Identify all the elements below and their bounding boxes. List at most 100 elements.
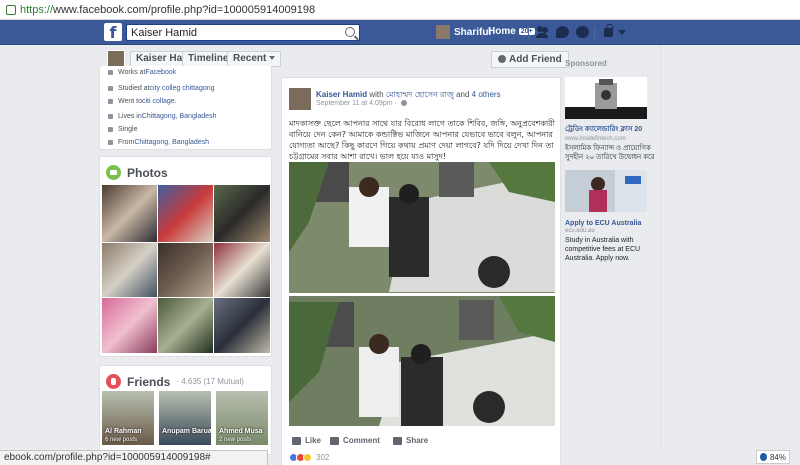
search-input[interactable]: Kaiser Hamid: [126, 24, 360, 41]
friend-name[interactable]: Al Rahman: [105, 428, 142, 435]
ad2-image[interactable]: [565, 170, 647, 212]
friend-name[interactable]: Anupam Barua: [162, 428, 211, 435]
relationship-text: Single: [118, 126, 138, 133]
from-link[interactable]: Chittagong, Bangladesh: [134, 139, 209, 146]
like-label: Like: [305, 436, 322, 445]
intro-label: Lives in: [118, 113, 142, 120]
photo-tile[interactable]: [102, 243, 157, 297]
photos-icon: [106, 165, 121, 180]
timeline-label: Timeline: [188, 53, 229, 64]
intro-card: Works at Facebook Studied at city colleg…: [99, 66, 272, 150]
intro-lives: Lives in Chittagong, Bangladesh: [108, 113, 216, 120]
school-icon: [108, 99, 113, 104]
photo-tile[interactable]: [158, 298, 213, 353]
zoom-level: 84%: [769, 452, 786, 462]
facebook-top-bar: f Kaiser Hamid Shariful Home 20+: [0, 20, 800, 45]
post-time-text: September 11 at 4:09pm ·: [316, 100, 399, 107]
add-friend-button[interactable]: Add Friend: [491, 51, 569, 68]
ad2-title-link[interactable]: Apply to ECU Australia: [565, 219, 655, 228]
user-name: Shariful: [454, 26, 492, 38]
intro-relationship: Single: [108, 126, 137, 133]
sponsored-heading: Sponsored: [565, 59, 607, 68]
friends-icon: [106, 374, 121, 389]
photo-tile[interactable]: [214, 243, 270, 297]
intro-label: Works at: [118, 69, 146, 76]
post-text: মাদকাসক্ত ছেলে আপনার সাথে যার বিরোধ লাগে…: [289, 119, 555, 161]
friends-card: Friends · 4,635 (17 Mutual) Al Rahman 6 n…: [99, 365, 272, 455]
post-author-link[interactable]: Kaiser Hamid: [316, 90, 367, 99]
messages-icon[interactable]: [556, 26, 569, 38]
post-author-avatar[interactable]: [289, 88, 311, 110]
comment-button[interactable]: Comment: [330, 436, 380, 445]
friend-name[interactable]: Ahmed Musa: [219, 428, 263, 435]
ad1-title-link[interactable]: ট্রেডিং ক্যালেন্ডারিং ক্লাস 20: [565, 125, 655, 134]
post-timestamp[interactable]: September 11 at 4:09pm ·: [316, 100, 407, 107]
intro-studied: Studied at city colleg chittagong: [108, 85, 215, 92]
home-label: Home: [488, 26, 516, 37]
column-divider: [660, 45, 661, 450]
avatar: [436, 25, 450, 39]
ad1-site: www.insidefintech.com: [565, 136, 626, 142]
intro-works: Works at Facebook: [108, 69, 176, 76]
search-icon[interactable]: [345, 27, 355, 37]
post-card: Kaiser Hamid with মোহাম্মদ হোসেন রাজু an…: [281, 77, 561, 465]
browser-status-bar: ebook.com/profile.php?id=100005914009198…: [0, 450, 268, 465]
post-photo-image: [289, 162, 555, 426]
reaction-count: 302: [316, 453, 330, 462]
photos-card: Photos: [99, 156, 272, 357]
recent-button[interactable]: Recent: [227, 51, 282, 67]
like-button[interactable]: Like: [292, 436, 321, 445]
home-count-badge: 20+: [518, 28, 535, 35]
photo-tile[interactable]: [102, 298, 157, 353]
home-icon: [108, 114, 113, 119]
photo-tile[interactable]: [214, 185, 270, 242]
reaction-summary[interactable]: 302: [289, 453, 329, 462]
photo-tile[interactable]: [158, 243, 213, 297]
ad2-site: ecu.edu.au: [565, 228, 595, 234]
share-button[interactable]: Share: [393, 436, 428, 445]
search-value: Kaiser Hamid: [131, 27, 198, 39]
account-menu-caret-icon[interactable]: [618, 30, 626, 35]
comment-icon: [330, 436, 339, 445]
lives-link[interactable]: Chittagong, Bangladesh: [142, 113, 217, 120]
zoom-indicator[interactable]: 84%: [756, 450, 790, 464]
share-label: Share: [406, 436, 429, 445]
intro-went: Went to citi collage.: [108, 98, 177, 105]
location-pin-icon: [108, 140, 113, 145]
intro-label: Went to: [118, 98, 142, 105]
intro-label: Studied at: [118, 85, 150, 92]
url-protocol: https://: [20, 3, 54, 16]
divider: [528, 27, 529, 39]
ad1-image[interactable]: [565, 77, 647, 119]
post-photo[interactable]: [289, 162, 555, 426]
notifications-globe-icon[interactable]: [576, 26, 589, 38]
ad1-description: ইসলামিক ফিন্যান্স ও প্রায়োগিক সুদহীন ২০…: [565, 145, 655, 161]
globe-icon: [400, 100, 407, 106]
photo-tile[interactable]: [158, 185, 213, 242]
photos-header[interactable]: Photos: [106, 165, 168, 180]
others-link[interactable]: 4 others: [472, 90, 501, 99]
went-link[interactable]: citi collage.: [142, 98, 177, 105]
recent-label: Recent: [233, 53, 267, 64]
friend-tile[interactable]: Al Rahman 6 new posts: [102, 391, 154, 445]
browser-url-bar[interactable]: https://www.facebook.com/profile.php?id=…: [0, 0, 800, 20]
school-icon: [108, 86, 113, 91]
friend-tile[interactable]: Ahmed Musa 2 new posts: [216, 391, 268, 445]
photo-tile[interactable]: [102, 185, 157, 242]
friend-tile[interactable]: Anupam Barua: [159, 391, 211, 445]
photo-tile[interactable]: [214, 298, 270, 353]
friends-header[interactable]: Friends · 4,635 (17 Mutual): [106, 374, 244, 389]
share-icon: [393, 436, 402, 445]
with-text: with: [367, 90, 386, 99]
privacy-lock-icon[interactable]: [604, 24, 613, 37]
friend-requests-icon[interactable]: [536, 26, 549, 38]
works-link[interactable]: Facebook: [146, 69, 177, 76]
intro-from: From Chittagong, Bangladesh: [108, 139, 209, 146]
comment-label: Comment: [343, 436, 380, 445]
facebook-logo-icon[interactable]: f: [104, 23, 122, 42]
tagged-friend-link[interactable]: মোহাম্মদ হোসেন রাজু: [386, 90, 454, 99]
chevron-down-icon: [269, 56, 276, 61]
add-friend-label: Add Friend: [509, 54, 562, 65]
friends-title: Friends: [127, 374, 171, 389]
studied-link[interactable]: city colleg chittagong: [150, 85, 215, 92]
